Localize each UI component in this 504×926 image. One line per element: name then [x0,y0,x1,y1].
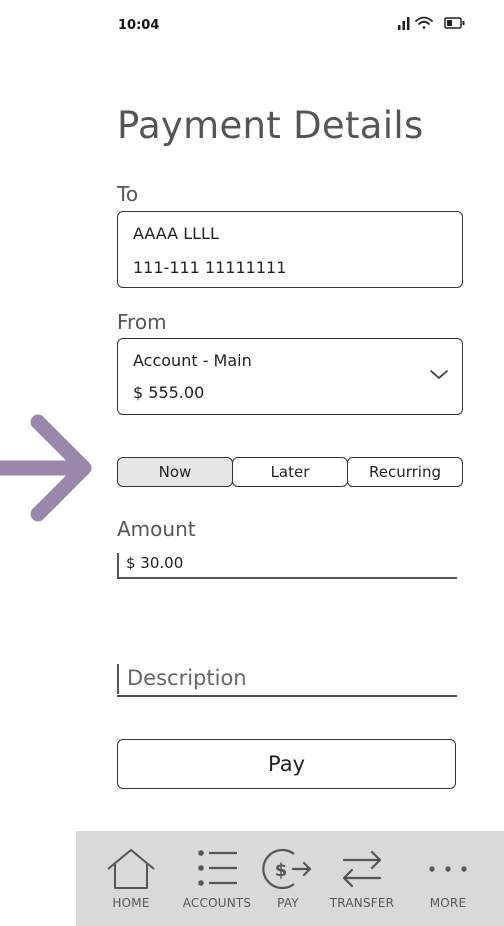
page-title: Payment Details [117,104,424,147]
tab-more[interactable]: MORE [416,831,480,926]
tab-accounts[interactable]: ACCOUNTS [175,831,259,926]
pay-dollar-icon: $ [262,848,312,890]
from-account-balance: $ 555.00 [133,383,205,402]
from-account-name: Account - Main [133,351,252,370]
from-account-select[interactable]: Account - Main $ 555.00 [117,338,463,415]
recipient-account-number: 111-111 11111111 [133,258,287,277]
description-caret [117,664,119,694]
to-recipient-box[interactable]: AAAA LLLL 111-111 11111111 [117,211,463,288]
svg-text:$: $ [275,860,288,881]
tab-transfer[interactable]: TRANSFER [320,831,404,926]
battery-icon [444,17,465,29]
timing-now-option[interactable]: Now [117,457,233,487]
signal-icon [398,17,410,30]
chevron-down-icon [430,370,448,379]
transfer-arrows-icon [342,850,382,888]
tab-more-label: MORE [429,896,467,910]
bottom-tab-bar: HOME ACCOUNTS $ PAY TRANSFER MORE [76,831,504,926]
timing-later-option[interactable]: Later [232,457,348,487]
tab-pay-label: PAY [277,896,299,910]
status-icons [398,16,465,30]
annotation-arrow-icon [0,414,92,522]
recipient-name: AAAA LLLL [133,224,219,243]
description-placeholder: Description [127,666,247,690]
tab-pay[interactable]: $ PAY [260,831,316,926]
tab-transfer-label: TRANSFER [329,896,395,910]
list-icon [198,850,237,886]
description-underline [117,695,457,697]
wifi-icon [415,16,433,29]
pay-button[interactable]: Pay [117,739,456,789]
amount-caret [117,553,119,577]
home-icon [107,849,155,889]
tab-home-label: HOME [112,896,150,910]
more-dots-icon [429,866,467,872]
description-input[interactable]: Description [117,660,457,698]
status-time: 10:04 [118,18,160,33]
timing-recurring-option[interactable]: Recurring [347,457,463,487]
amount-value: $ 30.00 [126,554,184,572]
from-label: From [117,310,167,334]
amount-input[interactable]: $ 30.00 [117,549,457,579]
tab-home[interactable]: HOME [96,831,166,926]
amount-underline [117,577,457,579]
to-label: To [117,182,139,206]
amount-label: Amount [117,517,196,541]
tab-accounts-label: ACCOUNTS [182,896,252,910]
